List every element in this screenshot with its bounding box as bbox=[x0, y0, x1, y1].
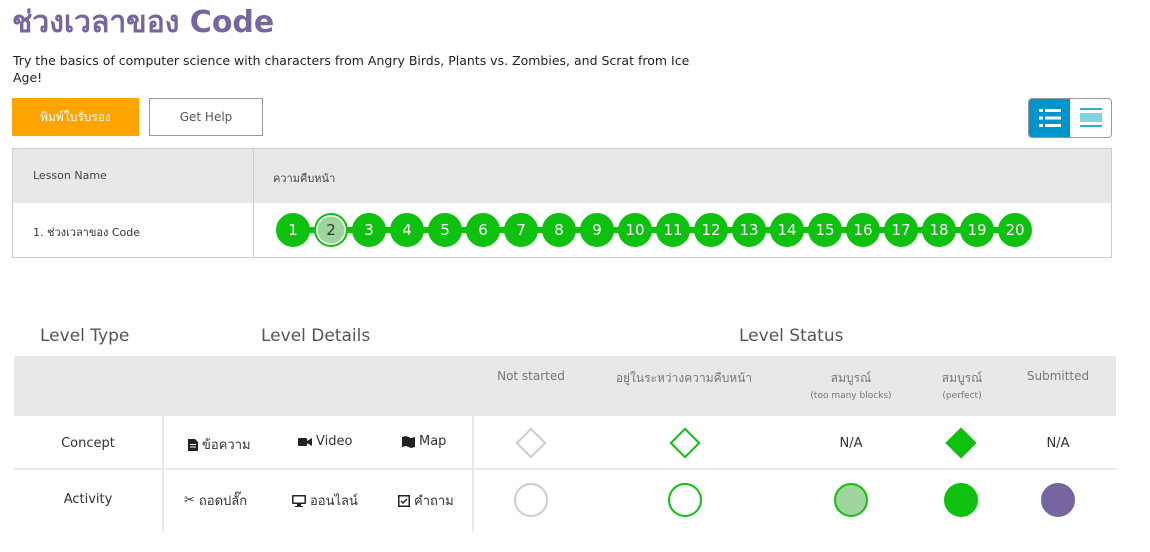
detail-map: Map bbox=[402, 434, 446, 449]
concept-row: Concept ข้อความ Video Map N/A N/A bbox=[14, 416, 1116, 470]
activity-in-progress-icon bbox=[665, 480, 705, 520]
level-bubble[interactable]: 6 bbox=[466, 213, 500, 247]
detail-unplugged: ✂ ถอดปลั๊ก bbox=[184, 490, 247, 511]
activity-submitted-icon bbox=[1038, 480, 1078, 520]
activity-too-many-icon bbox=[831, 480, 871, 520]
detail-question: คำถาม bbox=[398, 490, 454, 511]
level-bubble[interactable]: 15 bbox=[808, 213, 842, 247]
scissors-icon: ✂ bbox=[184, 493, 195, 508]
level-bubble[interactable]: 12 bbox=[694, 213, 728, 247]
status-in-progress: อยู่ในระหว่างความคืบหน้า bbox=[615, 371, 753, 385]
get-help-button[interactable]: Get Help bbox=[149, 98, 263, 136]
legend-table: Not started อยู่ในระหว่างความคืบหน้า สมบ… bbox=[14, 356, 1116, 532]
concept-too-many-na: N/A bbox=[831, 423, 871, 463]
detail-list-icon bbox=[1079, 108, 1102, 127]
level-bubble[interactable]: 20 bbox=[998, 213, 1032, 247]
level-bubble[interactable]: 4 bbox=[390, 213, 424, 247]
course-description: Try the basics of computer science with … bbox=[13, 53, 690, 85]
status-not-started: Not started bbox=[497, 369, 565, 383]
map-icon bbox=[402, 435, 415, 448]
concept-label: Concept bbox=[61, 435, 115, 451]
status-complete-perfect-sub: (perfect) bbox=[942, 391, 982, 401]
activity-not-started-icon bbox=[511, 480, 551, 520]
level-bubble[interactable]: 19 bbox=[960, 213, 994, 247]
details-status-divider bbox=[472, 416, 474, 532]
concept-in-progress-icon bbox=[665, 423, 705, 463]
list-icon bbox=[1038, 109, 1061, 127]
detail-question-label: คำถาม bbox=[414, 494, 454, 509]
status-complete-too-many: สมบูรณ์ (too many blocks) bbox=[796, 369, 906, 401]
level-bubble[interactable]: 18 bbox=[922, 213, 956, 247]
level-bubble[interactable]: 5 bbox=[428, 213, 462, 247]
activity-label: Activity bbox=[63, 491, 113, 507]
column-divider bbox=[253, 149, 254, 257]
detail-text-label: ข้อความ bbox=[202, 438, 251, 453]
level-status-heading: Level Status bbox=[739, 326, 844, 346]
level-bubble[interactable]: 10 bbox=[618, 213, 652, 247]
level-bubble[interactable]: 14 bbox=[770, 213, 804, 247]
detail-text: ข้อความ bbox=[188, 434, 251, 455]
level-bubble[interactable]: 1 bbox=[276, 213, 310, 247]
video-camera-icon bbox=[298, 437, 312, 446]
detail-video: Video bbox=[298, 434, 352, 449]
lesson-name[interactable]: 1. ช่วงเวลาของ Code bbox=[33, 223, 140, 241]
concept-not-started-icon bbox=[511, 423, 551, 463]
activity-row: Activity ✂ ถอดปลั๊ก ออนไลน์ คำถาม bbox=[14, 470, 1116, 532]
checkbox-icon bbox=[398, 494, 410, 507]
detail-video-label: Video bbox=[316, 434, 353, 449]
concept-submitted-na: N/A bbox=[1038, 423, 1078, 463]
page-title: ช่วงเวลาของ Code bbox=[12, 5, 275, 40]
status-complete-too-many-sub: (too many blocks) bbox=[810, 391, 892, 401]
lesson-name-header: Lesson Name bbox=[33, 169, 107, 182]
level-details-heading: Level Details bbox=[261, 326, 371, 346]
level-bubble[interactable]: 2 bbox=[314, 213, 348, 247]
detail-map-label: Map bbox=[419, 434, 447, 449]
status-submitted: Submitted bbox=[1026, 369, 1090, 383]
progress-table-header: Lesson Name ความคืบหน้า bbox=[13, 149, 1111, 203]
view-toggle bbox=[1028, 98, 1112, 138]
level-bubble[interactable]: 13 bbox=[732, 213, 766, 247]
desktop-icon bbox=[292, 494, 306, 507]
detail-online-label: ออนไลน์ bbox=[310, 494, 358, 509]
status-complete-perfect-label: สมบูรณ์ bbox=[941, 371, 983, 385]
concept-perfect-icon bbox=[941, 423, 981, 463]
level-bubble[interactable]: 17 bbox=[884, 213, 918, 247]
level-bubbles: 1 2 3 4 5 6 7 8 9 10 11 12 13 14 15 16 17 18 19 20 bbox=[276, 213, 1032, 247]
level-bubble[interactable]: 9 bbox=[580, 213, 614, 247]
list-view-toggle[interactable] bbox=[1029, 99, 1070, 137]
level-bubble[interactable]: 7 bbox=[504, 213, 538, 247]
level-bubble[interactable]: 16 bbox=[846, 213, 880, 247]
level-bubble[interactable]: 3 bbox=[352, 213, 386, 247]
status-complete-perfect: สมบูรณ์ (perfect) bbox=[922, 369, 1002, 401]
level-type-heading: Level Type bbox=[40, 326, 130, 346]
activity-perfect-icon bbox=[941, 480, 981, 520]
concept-too-many-na-text: N/A bbox=[839, 435, 863, 451]
status-complete-too-many-label: สมบูรณ์ bbox=[830, 371, 872, 385]
progress-header: ความคืบหน้า bbox=[273, 172, 336, 185]
detail-unplugged-label: ถอดปลั๊ก bbox=[198, 494, 248, 509]
level-bubble[interactable]: 11 bbox=[656, 213, 690, 247]
concept-submitted-na-text: N/A bbox=[1046, 435, 1070, 451]
type-details-divider bbox=[162, 416, 164, 532]
print-certificate-button[interactable]: พิมพ์ใบรับรอง bbox=[12, 98, 139, 136]
detail-online: ออนไลน์ bbox=[292, 490, 358, 511]
level-bubble[interactable]: 8 bbox=[542, 213, 576, 247]
document-icon bbox=[188, 438, 198, 451]
legend-header-row: Not started อยู่ในระหว่างความคืบหน้า สมบ… bbox=[14, 356, 1116, 416]
detail-view-toggle[interactable] bbox=[1070, 99, 1111, 137]
